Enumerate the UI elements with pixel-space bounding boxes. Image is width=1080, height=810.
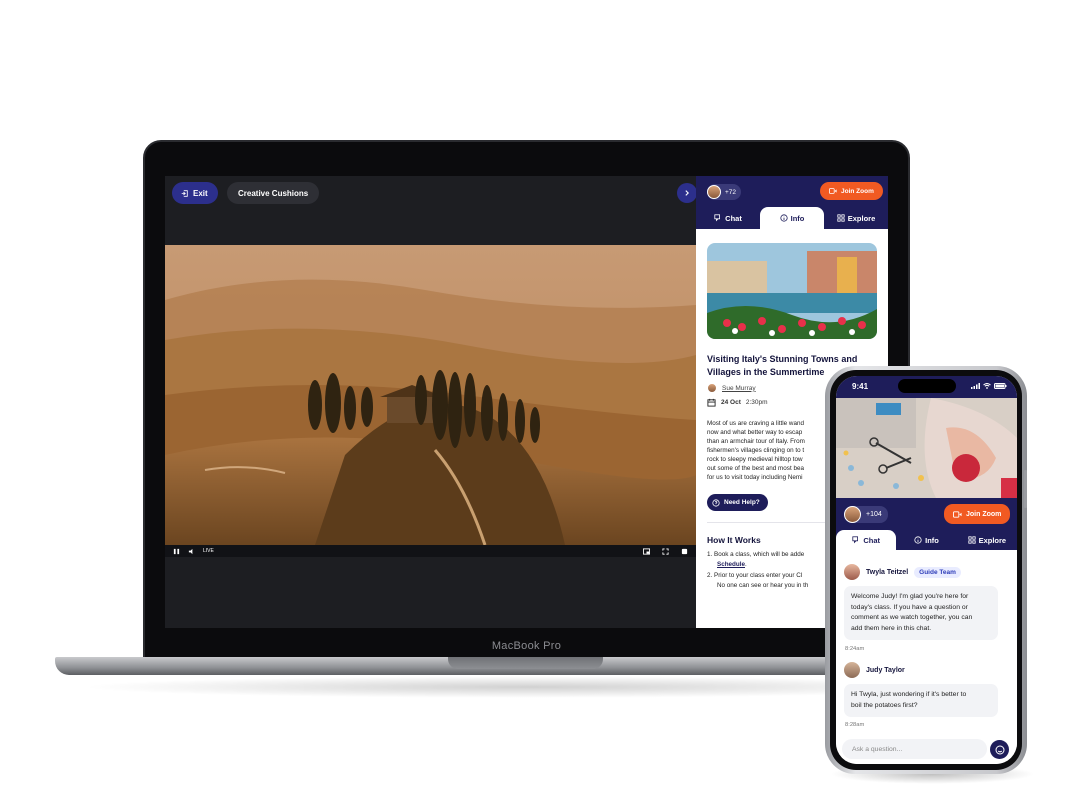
exit-icon	[181, 189, 188, 197]
step-1-tail: .	[745, 561, 747, 568]
message-author: Judy Taylor	[866, 666, 905, 674]
info-icon	[780, 214, 788, 222]
phone-tab-chat[interactable]: Chat	[836, 530, 897, 550]
tab-chat[interactable]: Chat	[696, 207, 760, 229]
article-title-line: Visiting Italy's Stunning Towns and	[707, 354, 858, 364]
video-camera-icon	[953, 510, 962, 518]
avatar	[844, 662, 860, 678]
status-icons	[971, 383, 1007, 389]
dynamic-island	[898, 379, 956, 393]
signal-icon	[971, 383, 980, 389]
phone-avatar	[844, 506, 861, 523]
message-time: 8:28am	[845, 722, 865, 728]
phone-tab-chat-label: Chat	[863, 535, 880, 545]
chat-bubble: Hi Twyla, just wondering if it's better …	[844, 684, 998, 717]
panel-header: +72 Join Zoom Chat Info Explore	[696, 176, 888, 229]
class-chip-label: Creative Cushions	[238, 188, 309, 198]
ask-question-input[interactable]: Ask a question...	[842, 739, 987, 759]
schedule-link[interactable]: Schedule	[717, 561, 745, 568]
status-bar: 9:41	[836, 376, 1017, 398]
phone-join-zoom-button[interactable]: Join Zoom	[944, 504, 1011, 524]
video-pane: Exit Creative Cushions LIVE	[165, 176, 697, 628]
message-time: 8:24am	[845, 646, 865, 652]
message-author: Twyla Teitzel	[866, 568, 909, 576]
host-link[interactable]: Sue Murray	[722, 385, 756, 392]
phone-side-button	[1024, 470, 1027, 508]
chat-bubble: Welcome Judy! I'm glad you're here for t…	[844, 586, 998, 640]
laptop-notch	[448, 657, 603, 669]
need-help-label: Need Help?	[724, 499, 760, 506]
avatar	[844, 564, 860, 580]
bubble-line: today's class. If you have a question or	[851, 603, 968, 611]
tab-info-label: Info	[790, 213, 805, 223]
video-frame[interactable]	[165, 245, 696, 545]
bubble-line: add them here in this chat.	[851, 624, 932, 632]
tab-info[interactable]: Info	[760, 207, 824, 229]
crafting-video-image[interactable]	[836, 398, 1017, 498]
pause-icon[interactable]	[173, 548, 180, 555]
chevron-right-icon	[685, 190, 689, 196]
phone-tab-explore-label: Explore	[978, 535, 1007, 545]
date-value: 24 Oct	[721, 399, 741, 406]
avatar	[707, 185, 721, 199]
ask-question-placeholder: Ask a question...	[852, 745, 903, 753]
info-icon	[914, 536, 922, 544]
live-label: LIVE	[203, 548, 214, 554]
tuscany-landscape-image	[165, 245, 696, 545]
laptop-brand: MacBook Pro	[491, 640, 562, 652]
phone-tab-info-label: Info	[925, 535, 939, 545]
tab-explore[interactable]: Explore	[824, 207, 888, 229]
pip-icon[interactable]	[643, 547, 650, 555]
join-zoom-label: Join Zoom	[841, 187, 874, 195]
phone-tabs: Chat Info Explore	[836, 530, 1017, 550]
fullscreen-icon[interactable]	[662, 547, 669, 555]
time-value: 2:30pm	[745, 399, 768, 406]
exit-label: Exit	[193, 188, 208, 198]
volume-icon[interactable]	[188, 548, 195, 555]
status-time: 9:41	[852, 382, 869, 391]
tab-explore-label: Explore	[847, 213, 876, 223]
phone-join-zoom-label: Join Zoom	[966, 510, 1002, 518]
tab-chat-label: Chat	[725, 213, 742, 223]
chat-icon	[714, 214, 721, 222]
message-header: Twyla Teitzel Guide Team	[844, 564, 961, 580]
video-controls: LIVE	[165, 545, 696, 557]
video-camera-icon	[829, 188, 837, 194]
italy-town-image	[707, 243, 877, 339]
chat-icon	[852, 536, 859, 544]
bubble-line: boil the potatoes first?	[851, 701, 918, 709]
class-chip[interactable]: Creative Cushions	[227, 182, 320, 204]
laptop-screen: Exit Creative Cushions LIVE +72 Join Zoo…	[165, 176, 888, 628]
phone-panel-header: +104 Join Zoom Chat Info Explore	[836, 498, 1017, 550]
join-zoom-button[interactable]: Join Zoom	[820, 182, 883, 200]
bubble-line: Hi Twyla, just wondering if it's better …	[851, 691, 967, 698]
panel-tabs: Chat Info Explore	[696, 207, 888, 229]
phone-screen: 9:41 +104 Join Zoom Chat Info Explore Tw…	[836, 376, 1017, 764]
phone-tab-info[interactable]: Info	[896, 530, 956, 550]
grid-icon	[837, 214, 845, 222]
bubble-line: comment as we watch together, you can	[851, 614, 973, 621]
battery-icon	[994, 383, 1007, 389]
guide-team-badge: Guide Team	[914, 566, 961, 578]
need-help-button[interactable]: Need Help?	[707, 494, 768, 511]
exit-button[interactable]: Exit	[172, 182, 218, 204]
help-icon	[712, 498, 720, 507]
phone-attendee-count-label: +104	[866, 511, 882, 518]
phone-tab-explore[interactable]: Explore	[957, 530, 1017, 550]
host-avatar	[707, 383, 717, 393]
attendee-count-label: +72	[725, 188, 737, 196]
collapse-panel-button[interactable]	[677, 183, 697, 203]
calendar-icon	[707, 398, 716, 407]
bubble-line: Welcome Judy! I'm glad you're here for	[851, 593, 969, 600]
wifi-icon	[983, 383, 991, 389]
smile-icon	[995, 745, 1004, 754]
menu-icon[interactable]	[681, 548, 688, 555]
emoji-button[interactable]	[990, 740, 1009, 759]
grid-icon	[967, 536, 976, 544]
chat-body: Twyla Teitzel Guide Team Welcome Judy! I…	[836, 550, 1017, 764]
message-header: Judy Taylor	[844, 662, 905, 678]
